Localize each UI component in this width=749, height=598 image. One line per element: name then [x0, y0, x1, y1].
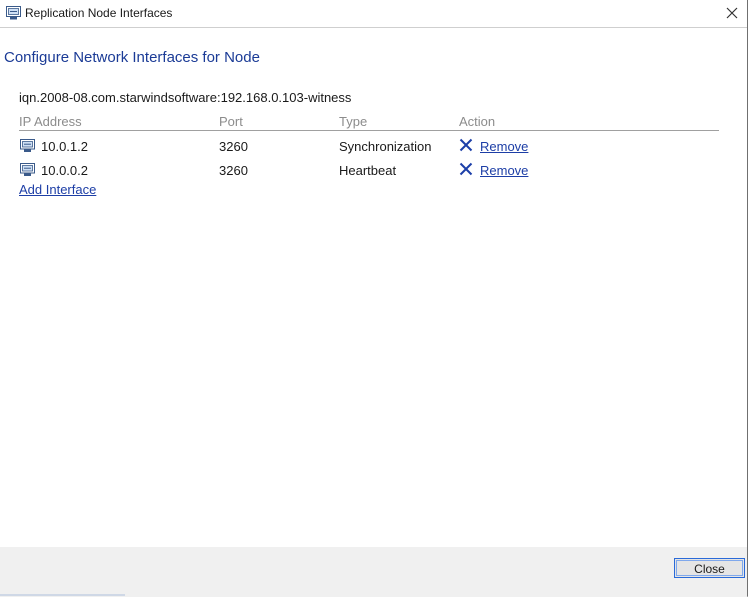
column-header-action: Action — [459, 114, 496, 129]
row-ip-address: 10.0.0.2 — [41, 163, 88, 178]
page-title: Configure Network Interfaces for Node — [4, 49, 260, 66]
row-type: Heartbeat — [339, 163, 397, 178]
dialog-window: Replication Node Interfaces Configure Ne… — [0, 0, 748, 597]
column-header-port: Port — [219, 114, 243, 129]
row-port: 3260 — [219, 163, 248, 178]
row-port: 3260 — [219, 139, 248, 154]
remove-link[interactable]: Remove — [480, 139, 528, 154]
node-iqn: iqn.2008-08.com.starwindsoftware:192.168… — [19, 90, 352, 105]
window-title: Replication Node Interfaces — [25, 6, 173, 20]
row-ip-address: 10.0.1.2 — [41, 139, 88, 154]
remove-x-icon[interactable] — [459, 162, 473, 176]
row-type: Synchronization — [339, 139, 432, 154]
add-interface-link[interactable]: Add Interface — [19, 182, 96, 197]
remove-link[interactable]: Remove — [480, 163, 528, 178]
table-row: 10.0.0.2 3260 Heartbeat Remove — [0, 160, 747, 182]
table-row: 10.0.1.2 3260 Synchronization Remove — [0, 136, 747, 158]
column-header-type: Type — [339, 114, 368, 129]
network-interface-icon — [6, 6, 21, 20]
content-area: Configure Network Interfaces for Node iq… — [0, 27, 747, 548]
title-bar: Replication Node Interfaces — [0, 0, 747, 27]
remove-x-icon[interactable] — [459, 138, 473, 152]
network-interface-icon — [20, 163, 35, 176]
column-header-ip: IP Address — [19, 114, 82, 129]
header-divider — [19, 130, 719, 131]
network-interface-icon — [20, 139, 35, 152]
close-icon[interactable] — [723, 4, 741, 22]
dialog-footer: Close — [0, 547, 747, 597]
taskbar-edge — [0, 594, 125, 596]
close-button[interactable]: Close — [674, 558, 745, 578]
